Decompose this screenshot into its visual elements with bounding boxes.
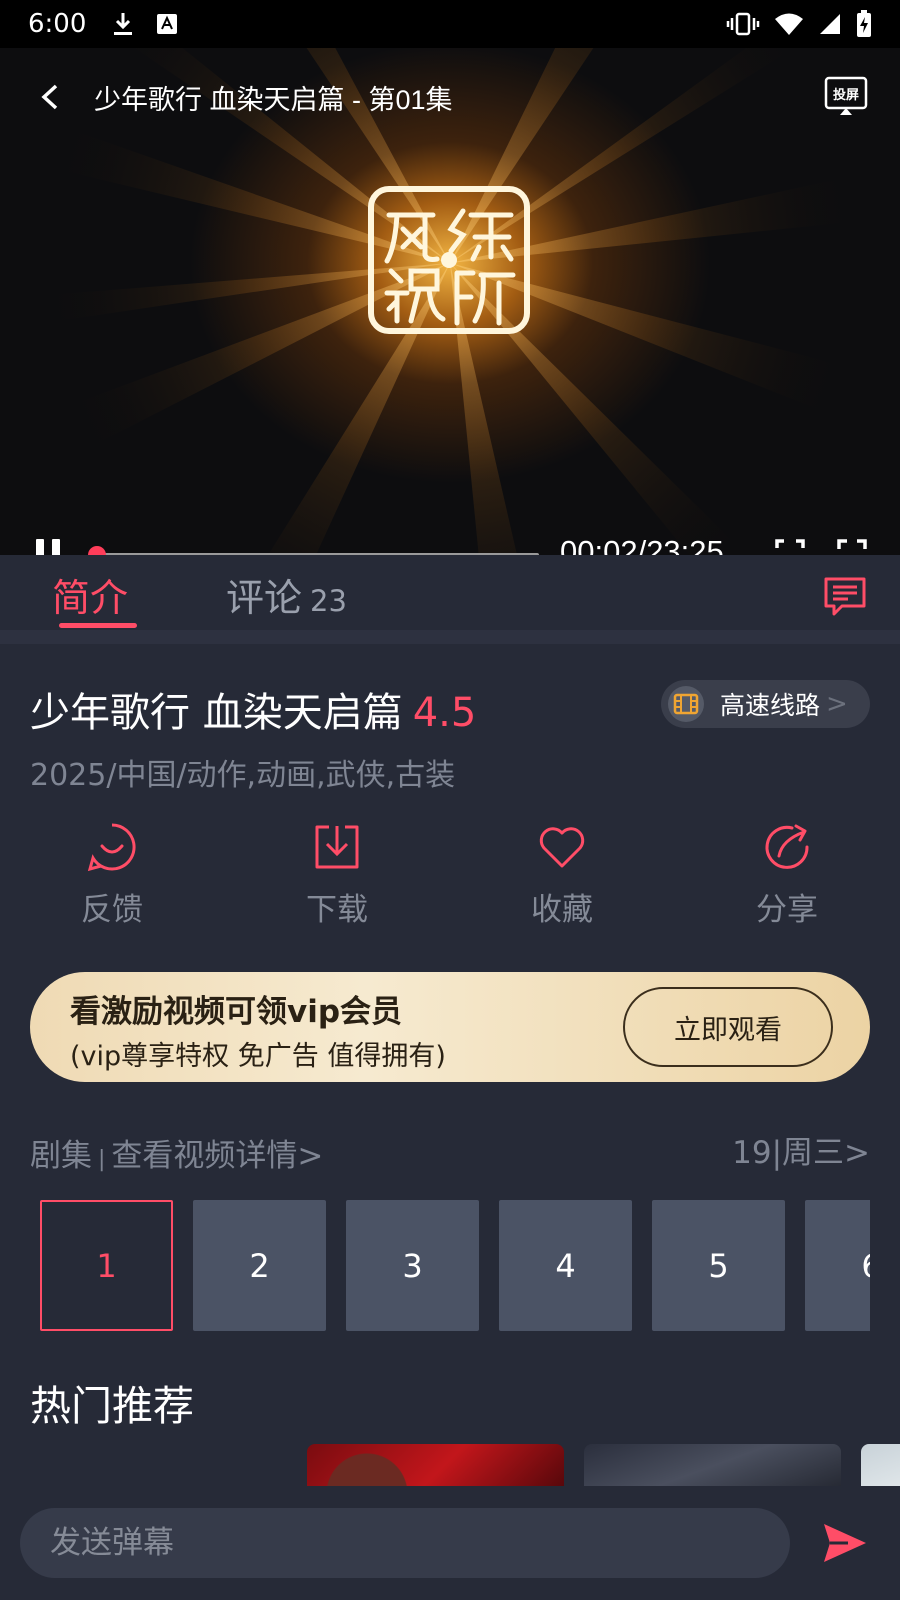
recommendation-poster[interactable] (861, 1444, 900, 1486)
fullscreen-icon (837, 539, 867, 549)
danmaku-input[interactable] (20, 1508, 790, 1578)
cast-label: 投屏 (833, 87, 859, 103)
show-title-text: 少年歌行 血染天启篇 (30, 690, 403, 736)
show-rating: 4.5 (412, 690, 477, 736)
studio-logo-seal (368, 186, 530, 334)
feedback-smile-icon (87, 823, 136, 872)
pause-button[interactable] (34, 539, 62, 555)
back-arrow-icon (41, 84, 58, 110)
vip-reward-banner[interactable]: 看激励视频可领vip会员 (vip尊享特权 免广告 值得拥有) 立即观看 (30, 972, 870, 1082)
show-meta: 2025/中国/动作,动画,武侠,古装 (30, 758, 456, 793)
recommendation-poster[interactable] (584, 1444, 841, 1486)
video-details-link[interactable]: 查看视频详情> (111, 1138, 323, 1174)
episode-header-label: 剧集 (30, 1138, 92, 1174)
share-button[interactable]: 分享 (727, 822, 847, 929)
episode-5-button[interactable]: 5 (652, 1200, 785, 1331)
back-button[interactable] (20, 72, 80, 122)
heart-icon (539, 827, 585, 868)
aspect-ratio-icon (775, 539, 805, 548)
send-icon (824, 1524, 866, 1562)
route-icon-wrap (668, 686, 704, 722)
status-bar: 6:00 (0, 0, 900, 48)
battery-charging-icon (857, 10, 871, 37)
episode-6-button[interactable]: 6 (805, 1200, 870, 1331)
feedback-label: 反馈 (81, 892, 143, 928)
status-notification-icons (112, 11, 178, 37)
route-select-button[interactable]: 高速线路 > (661, 680, 870, 728)
show-title: 少年歌行 血染天启篇 4.5 (30, 680, 476, 738)
vip-banner-subtitle: (vip尊享特权 免广告 值得拥有) (70, 1041, 446, 1072)
fullscreen-button[interactable] (836, 538, 868, 555)
episode-header: 剧集 | 查看视频详情> (30, 1130, 323, 1175)
episode-schedule-link[interactable]: 19|周三> (732, 1127, 870, 1172)
feedback-button[interactable]: 反馈 (52, 822, 172, 929)
recommendations-strip (0, 1444, 900, 1486)
share-label: 分享 (756, 892, 818, 928)
watch-now-button[interactable]: 立即观看 (623, 987, 833, 1067)
time-readout: 00:02/23:25 (560, 534, 724, 555)
cast-button[interactable]: 投屏 (824, 76, 868, 116)
download-notification-icon (114, 13, 133, 35)
aspect-ratio-button[interactable] (774, 538, 806, 555)
pause-icon-bar-left (36, 539, 44, 555)
episode-4-button[interactable]: 4 (499, 1200, 632, 1331)
chevron-right-icon: > (826, 689, 848, 719)
recommendation-poster[interactable] (307, 1444, 564, 1486)
status-time: 6:00 (28, 9, 87, 39)
recommendations-title: 热门推荐 (30, 1382, 194, 1430)
app-notification-icon (157, 14, 178, 34)
episode-list: 123456 (40, 1200, 870, 1333)
player-controls: 00:02/23:25 (0, 518, 900, 555)
danmaku-list-button[interactable] (822, 576, 868, 616)
video-player[interactable]: 少年歌行 血染天启篇 - 第01集 投屏 00:02/23:25 (0, 48, 900, 555)
episode-3-button[interactable]: 3 (346, 1200, 479, 1331)
film-icon (673, 693, 699, 715)
video-title: 少年歌行 血染天启篇 - 第01集 (94, 84, 453, 115)
pause-icon-bar-right (52, 539, 60, 555)
favorite-label: 收藏 (531, 892, 593, 928)
send-danmaku-button[interactable] (822, 1522, 868, 1564)
tabs-divider (0, 630, 900, 644)
vibrate-icon (726, 12, 760, 36)
cast-icon: 投屏 (824, 76, 868, 115)
message-list-icon (824, 577, 866, 616)
route-label: 高速线路 (720, 691, 821, 720)
wifi-icon (775, 13, 803, 35)
download-button[interactable]: 下载 (277, 822, 397, 929)
tab-comments-label: 评论 (226, 576, 303, 620)
favorite-button[interactable]: 收藏 (502, 822, 622, 929)
action-row: 反馈 下载 收藏 分享 (0, 822, 900, 932)
danmaku-bar (0, 1486, 900, 1600)
detail-tabs: 简介 评论 23 (0, 555, 900, 630)
tab-intro[interactable]: 简介 (52, 567, 128, 622)
download-label: 下载 (306, 892, 368, 928)
tab-intro-indicator (59, 623, 137, 628)
player-top-bar: 少年歌行 血染天启篇 - 第01集 投屏 (0, 72, 900, 122)
episode-2-button[interactable]: 2 (193, 1200, 326, 1331)
episode-header-separator: | (98, 1147, 106, 1172)
seek-bar-knob[interactable] (87, 546, 106, 555)
share-icon (765, 824, 809, 869)
comment-count: 23 (310, 584, 347, 618)
episode-1-button[interactable]: 1 (40, 1200, 173, 1331)
tab-comments[interactable]: 评论 23 (226, 567, 347, 622)
cell-signal-icon (820, 14, 840, 34)
status-system-icons (726, 10, 872, 38)
vip-banner-title: 看激励视频可领vip会员 (70, 994, 403, 1030)
download-icon (315, 825, 359, 869)
